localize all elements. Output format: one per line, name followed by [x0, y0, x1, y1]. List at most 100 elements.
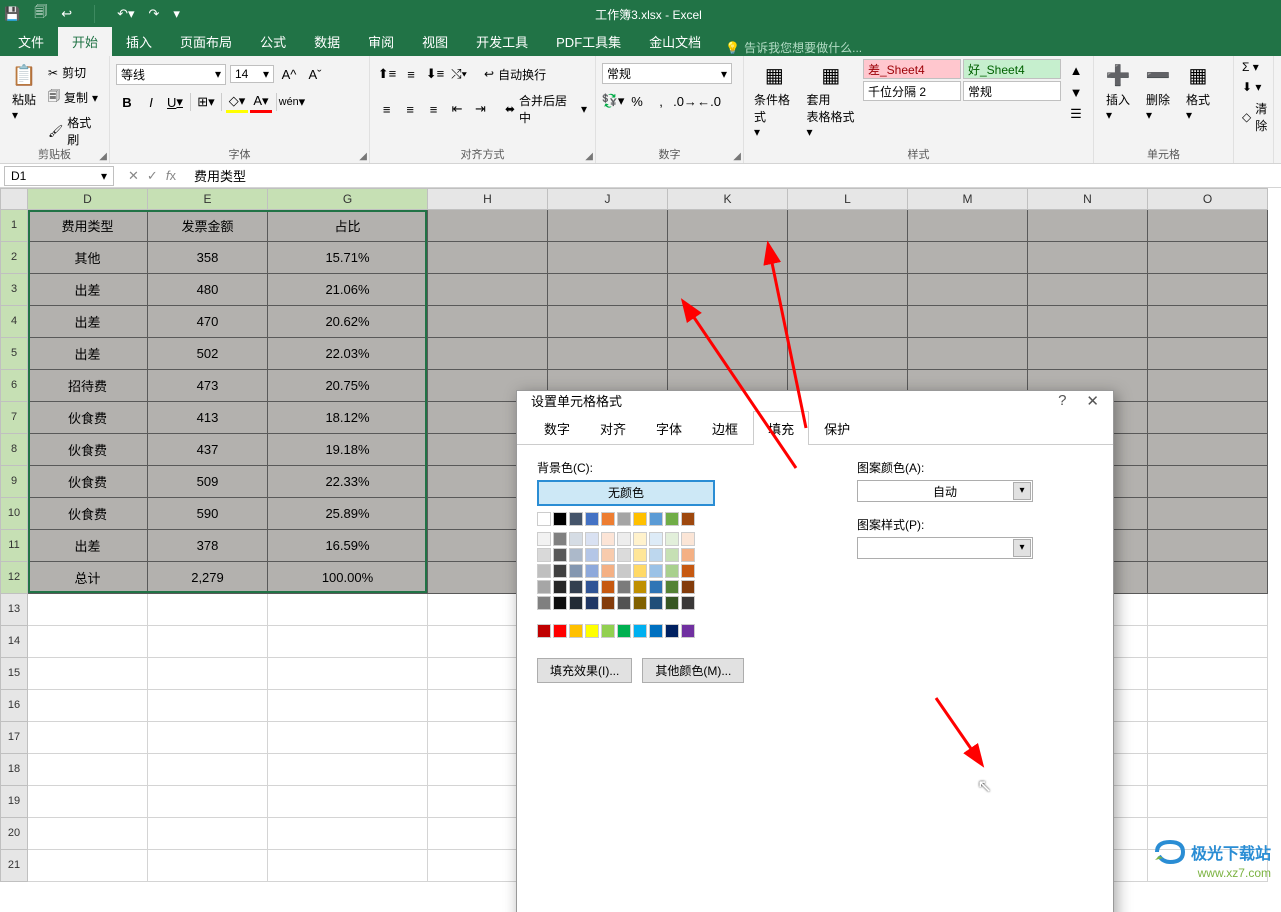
- number-format-select[interactable]: 常规▾: [602, 63, 732, 84]
- cell[interactable]: [1148, 562, 1268, 594]
- color-swatch[interactable]: [585, 564, 599, 578]
- col-header-M[interactable]: M: [908, 188, 1028, 210]
- cell[interactable]: [1148, 402, 1268, 434]
- cell[interactable]: 19.18%: [268, 434, 428, 466]
- align-launcher-icon[interactable]: ◢: [585, 151, 593, 162]
- cell[interactable]: [1148, 626, 1268, 658]
- row-header-9[interactable]: 9: [0, 466, 28, 498]
- orientation-icon[interactable]: ⤭▾: [448, 63, 470, 85]
- number-launcher-icon[interactable]: ◢: [733, 151, 741, 162]
- col-header-K[interactable]: K: [668, 188, 788, 210]
- color-swatch[interactable]: [601, 548, 615, 562]
- cell[interactable]: 占比: [268, 210, 428, 242]
- color-swatch[interactable]: [601, 532, 615, 546]
- color-swatch[interactable]: [665, 596, 679, 610]
- row-header-4[interactable]: 4: [0, 306, 28, 338]
- cell[interactable]: [268, 626, 428, 658]
- cell[interactable]: [1148, 274, 1268, 306]
- style-bad[interactable]: 差_Sheet4: [863, 59, 961, 79]
- cell[interactable]: [908, 210, 1028, 242]
- cell[interactable]: [1148, 754, 1268, 786]
- color-swatch[interactable]: [665, 532, 679, 546]
- cell[interactable]: 590: [148, 498, 268, 530]
- tab-data[interactable]: 数据: [300, 27, 354, 56]
- paste-button[interactable]: 📋 粘贴▾: [6, 59, 42, 124]
- cell[interactable]: [148, 658, 268, 690]
- cell[interactable]: 2,279: [148, 562, 268, 594]
- cell[interactable]: 100.00%: [268, 562, 428, 594]
- tab-insert[interactable]: 插入: [112, 27, 166, 56]
- cell[interactable]: 出差: [28, 530, 148, 562]
- quick-print-icon[interactable]: 🗐: [34, 3, 47, 25]
- style-normal[interactable]: 常规: [963, 81, 1061, 101]
- cell[interactable]: 发票金额: [148, 210, 268, 242]
- color-swatch[interactable]: [681, 532, 695, 546]
- cell[interactable]: [1148, 210, 1268, 242]
- col-header-L[interactable]: L: [788, 188, 908, 210]
- cell[interactable]: 伙食费: [28, 498, 148, 530]
- cell[interactable]: [148, 690, 268, 722]
- cell[interactable]: 16.59%: [268, 530, 428, 562]
- color-swatch[interactable]: [681, 564, 695, 578]
- cell[interactable]: 伙食费: [28, 402, 148, 434]
- color-swatch[interactable]: [569, 596, 583, 610]
- cell[interactable]: 其他: [28, 242, 148, 274]
- align-left-icon[interactable]: ≡: [376, 98, 397, 120]
- cell[interactable]: [28, 594, 148, 626]
- color-swatch[interactable]: [553, 512, 567, 526]
- cell[interactable]: [28, 626, 148, 658]
- cell[interactable]: [428, 210, 548, 242]
- cell[interactable]: [1148, 466, 1268, 498]
- row-header-10[interactable]: 10: [0, 498, 28, 530]
- cell[interactable]: 费用类型: [28, 210, 148, 242]
- tab-dev[interactable]: 开发工具: [462, 27, 542, 56]
- pattern-color-select[interactable]: 自动▾: [857, 480, 1033, 502]
- row-header-2[interactable]: 2: [0, 242, 28, 274]
- cell[interactable]: [788, 210, 908, 242]
- cell[interactable]: [1148, 434, 1268, 466]
- cell[interactable]: 伙食费: [28, 466, 148, 498]
- row-header-17[interactable]: 17: [0, 722, 28, 754]
- color-swatch[interactable]: [537, 580, 551, 594]
- align-center-icon[interactable]: ≡: [399, 98, 420, 120]
- color-swatch[interactable]: [649, 512, 663, 526]
- cell[interactable]: 358: [148, 242, 268, 274]
- cell[interactable]: [1148, 690, 1268, 722]
- color-swatch[interactable]: [633, 532, 647, 546]
- dialog-tab-字体[interactable]: 字体: [641, 411, 697, 445]
- cell[interactable]: 22.03%: [268, 338, 428, 370]
- cell[interactable]: [28, 786, 148, 818]
- cell[interactable]: 出差: [28, 274, 148, 306]
- cell[interactable]: [268, 722, 428, 754]
- col-header-E[interactable]: E: [148, 188, 268, 210]
- dialog-tab-边框[interactable]: 边框: [697, 411, 753, 445]
- align-right-icon[interactable]: ≡: [423, 98, 444, 120]
- cell[interactable]: [268, 594, 428, 626]
- cell[interactable]: 25.89%: [268, 498, 428, 530]
- cell[interactable]: [268, 850, 428, 882]
- row-header-5[interactable]: 5: [0, 338, 28, 370]
- color-swatch[interactable]: [553, 580, 567, 594]
- cell[interactable]: 招待费: [28, 370, 148, 402]
- cell[interactable]: [788, 242, 908, 274]
- no-color-button[interactable]: 无颜色: [537, 480, 715, 506]
- cell[interactable]: [1028, 274, 1148, 306]
- color-swatch[interactable]: [585, 580, 599, 594]
- cell[interactable]: [1028, 338, 1148, 370]
- font-launcher-icon[interactable]: ◢: [359, 151, 367, 162]
- style-thousand[interactable]: 千位分隔 2: [863, 81, 961, 101]
- color-swatch[interactable]: [601, 596, 615, 610]
- fill-icon[interactable]: ⬇ ▾: [1240, 79, 1263, 95]
- color-swatch[interactable]: [665, 512, 679, 526]
- font-color-button[interactable]: A▾: [250, 91, 272, 113]
- cell[interactable]: [148, 818, 268, 850]
- color-swatch[interactable]: [601, 512, 615, 526]
- row-header-6[interactable]: 6: [0, 370, 28, 402]
- font-name-select[interactable]: 等线 ▾: [116, 64, 226, 85]
- color-swatch[interactable]: [649, 532, 663, 546]
- col-header-D[interactable]: D: [28, 188, 148, 210]
- delete-cells-button[interactable]: ➖删除▾: [1140, 59, 1176, 124]
- row-header-11[interactable]: 11: [0, 530, 28, 562]
- save-icon[interactable]: 💾: [4, 6, 20, 22]
- cond-format-button[interactable]: ▦条件格式▾: [750, 59, 799, 141]
